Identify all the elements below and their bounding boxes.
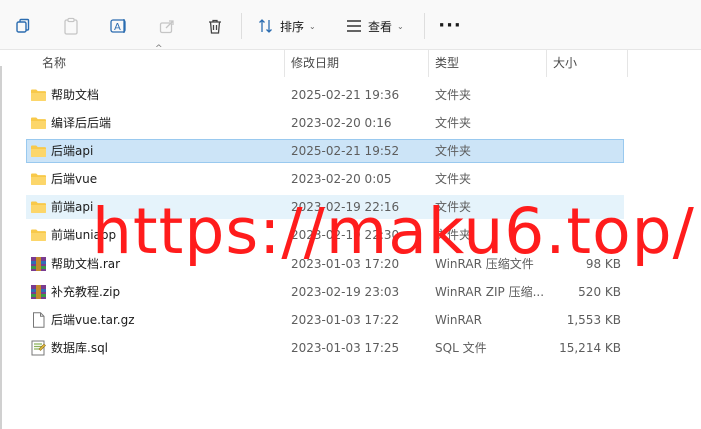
zip-archive-icon: [30, 284, 47, 300]
file-type: WinRAR ZIP 压缩...: [435, 285, 545, 299]
paste-icon: [64, 17, 78, 35]
paste-button[interactable]: [57, 12, 85, 40]
folder-icon: [30, 199, 47, 215]
file-name: 后端api: [51, 144, 94, 158]
column-type-header[interactable]: 类型: [429, 50, 547, 77]
file-size: [546, 83, 621, 107]
toolbar-divider: [241, 13, 242, 39]
file-size: 15,214 KB: [559, 341, 621, 355]
file-name: 后端vue: [51, 172, 98, 186]
file-date: 2025-02-21 19:36: [291, 88, 400, 102]
watermark-url: https://maku6.top/: [92, 195, 695, 268]
file-date: 2023-02-20 0:16: [291, 116, 392, 130]
file-type: WinRAR: [435, 313, 482, 327]
column-size-header[interactable]: 大小: [547, 50, 628, 77]
file-type: SQL 文件: [435, 341, 487, 355]
sort-button[interactable]: 排序 ⌄: [254, 12, 320, 40]
folder-icon: [30, 87, 47, 103]
rename-icon: A: [110, 19, 126, 33]
column-date-label: 修改日期: [291, 56, 340, 70]
chevron-down-icon: ⌄: [397, 21, 404, 31]
sort-icon: [259, 19, 272, 33]
delete-button[interactable]: [201, 12, 229, 40]
view-label: 查看: [368, 19, 393, 34]
column-header: ^ 名称 修改日期 类型 大小: [0, 44, 701, 77]
folder-icon: [30, 227, 47, 243]
file-name: 前端api: [51, 200, 94, 214]
file-row[interactable]: 帮助文档 2025-02-21 19:36 文件夹: [26, 83, 624, 107]
column-name-header[interactable]: 名称: [36, 50, 285, 77]
file-row-selected[interactable]: 后端api 2025-02-21 19:52 文件夹: [26, 139, 624, 163]
file-row[interactable]: 后端vue.tar.gz 2023-01-03 17:22 WinRAR 1,5…: [26, 308, 624, 332]
view-button[interactable]: 查看 ⌄: [342, 12, 408, 40]
file-type: 文件夹: [435, 172, 472, 186]
file-row[interactable]: 编译后后端 2023-02-20 0:16 文件夹: [26, 111, 624, 135]
file-name: 后端vue.tar.gz: [51, 313, 135, 327]
file-date: 2023-01-03 17:25: [291, 341, 400, 355]
file-icon: [30, 312, 47, 328]
folder-icon: [30, 171, 47, 187]
toolbar-divider: [424, 13, 425, 39]
file-size: 1,553 KB: [566, 313, 621, 327]
svg-text:A: A: [114, 22, 121, 33]
rar-archive-icon: [30, 256, 47, 272]
file-name: 补充教程.zip: [51, 285, 121, 299]
file-name: 帮助文档: [51, 88, 100, 102]
file-date: 2023-02-20 0:05: [291, 172, 392, 186]
navigation-pane-edge: [0, 66, 2, 429]
column-size-label: 大小: [553, 56, 578, 70]
chevron-down-icon: ⌄: [309, 21, 316, 31]
view-icon: [347, 20, 361, 32]
copy-button[interactable]: [9, 12, 37, 40]
file-row[interactable]: 补充教程.zip 2023-02-19 23:03 WinRAR ZIP 压缩.…: [26, 280, 624, 304]
file-size: 520 KB: [578, 285, 621, 299]
file-date: 2025-02-21 19:52: [291, 144, 400, 158]
sort-label: 排序: [280, 19, 305, 34]
trash-icon: [209, 19, 221, 34]
folder-icon: [30, 115, 47, 131]
column-date-header[interactable]: 修改日期: [285, 50, 429, 77]
more-icon: ···: [438, 15, 462, 36]
rename-button[interactable]: A: [105, 12, 133, 40]
folder-icon: [30, 143, 47, 159]
file-size: [547, 140, 622, 164]
sql-file-icon: [30, 340, 47, 356]
file-type: 文件夹: [435, 144, 472, 158]
file-date: 2023-01-03 17:22: [291, 313, 400, 327]
file-date: 2023-02-19 23:03: [291, 285, 400, 299]
share-button[interactable]: [153, 12, 181, 40]
share-icon: [159, 20, 174, 34]
column-name-label: 名称: [42, 56, 67, 70]
column-type-label: 类型: [435, 56, 460, 70]
file-row[interactable]: 数据库.sql 2023-01-03 17:25 SQL 文件 15,214 K…: [26, 336, 624, 360]
copy-icon: [16, 18, 30, 33]
command-bar: A 排序 ⌄ 查看 ⌄ ···: [0, 0, 701, 50]
file-name: 编译后后端: [51, 116, 112, 130]
file-type: 文件夹: [435, 88, 472, 102]
file-row[interactable]: 后端vue 2023-02-20 0:05 文件夹: [26, 167, 624, 191]
more-options-button[interactable]: ···: [436, 12, 464, 40]
file-name: 数据库.sql: [51, 341, 109, 355]
file-size: [546, 167, 621, 191]
file-size: [546, 111, 621, 135]
file-type: 文件夹: [435, 116, 472, 130]
